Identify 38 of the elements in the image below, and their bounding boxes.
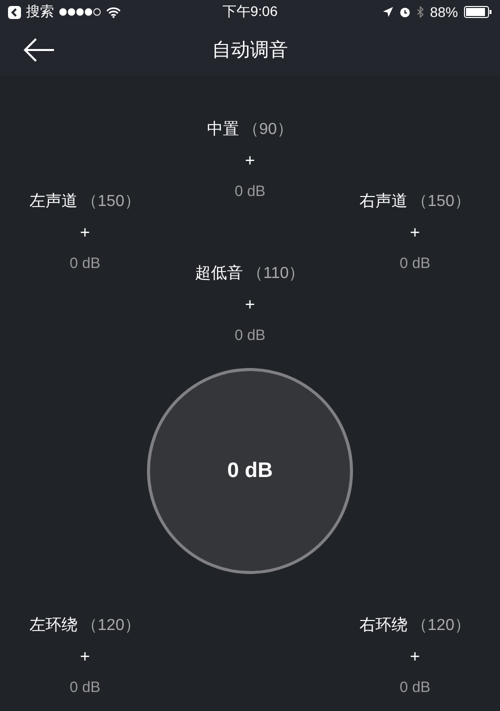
location-icon [382, 7, 393, 17]
battery-percent: 88% [430, 4, 458, 20]
bluetooth-icon [416, 6, 424, 18]
speaker-distance: （90） [243, 120, 293, 140]
increase-button[interactable]: + [76, 222, 94, 242]
speaker-distance: （110） [247, 264, 305, 284]
page-title: 自动调音 [212, 39, 288, 63]
speaker-distance: （150） [412, 192, 470, 212]
increase-button[interactable]: + [406, 646, 424, 666]
speaker-name: 中置 [207, 120, 240, 140]
speaker-gain: 0 dB [70, 679, 100, 696]
battery-icon [464, 6, 492, 18]
back-app-label[interactable]: 搜索 [26, 3, 54, 21]
speaker-gain: 0 dB [234, 183, 266, 200]
speaker-gain: 0 dB [234, 327, 266, 344]
increase-button[interactable]: + [241, 150, 259, 170]
speaker-distance: （150） [82, 192, 140, 212]
speaker-distance: （120） [82, 616, 140, 636]
master-gain-dial[interactable]: 0 dB [147, 368, 353, 574]
back-app-icon[interactable] [8, 6, 21, 18]
increase-button[interactable]: + [76, 646, 94, 666]
speaker-name: 右环绕 [360, 616, 408, 636]
speaker-gain: 0 dB [70, 255, 100, 272]
wifi-icon [106, 6, 121, 18]
speaker-distance: （120） [412, 616, 470, 636]
back-button[interactable] [22, 36, 56, 64]
speaker-name: 左环绕 [30, 616, 78, 636]
speaker-gain: 0 dB [400, 255, 430, 272]
speaker-name: 右声道 [360, 192, 408, 212]
speaker-name: 超低音 [195, 264, 244, 284]
increase-button[interactable]: + [406, 222, 424, 242]
status-time: 下午9:06 [222, 3, 278, 21]
speaker-gain: 0 dB [400, 679, 430, 696]
signal-icon [59, 8, 101, 16]
master-gain-value: 0 dB [227, 459, 273, 483]
speaker-name: 左声道 [30, 192, 78, 212]
alarm-icon [398, 6, 411, 18]
increase-button[interactable]: + [241, 294, 259, 314]
